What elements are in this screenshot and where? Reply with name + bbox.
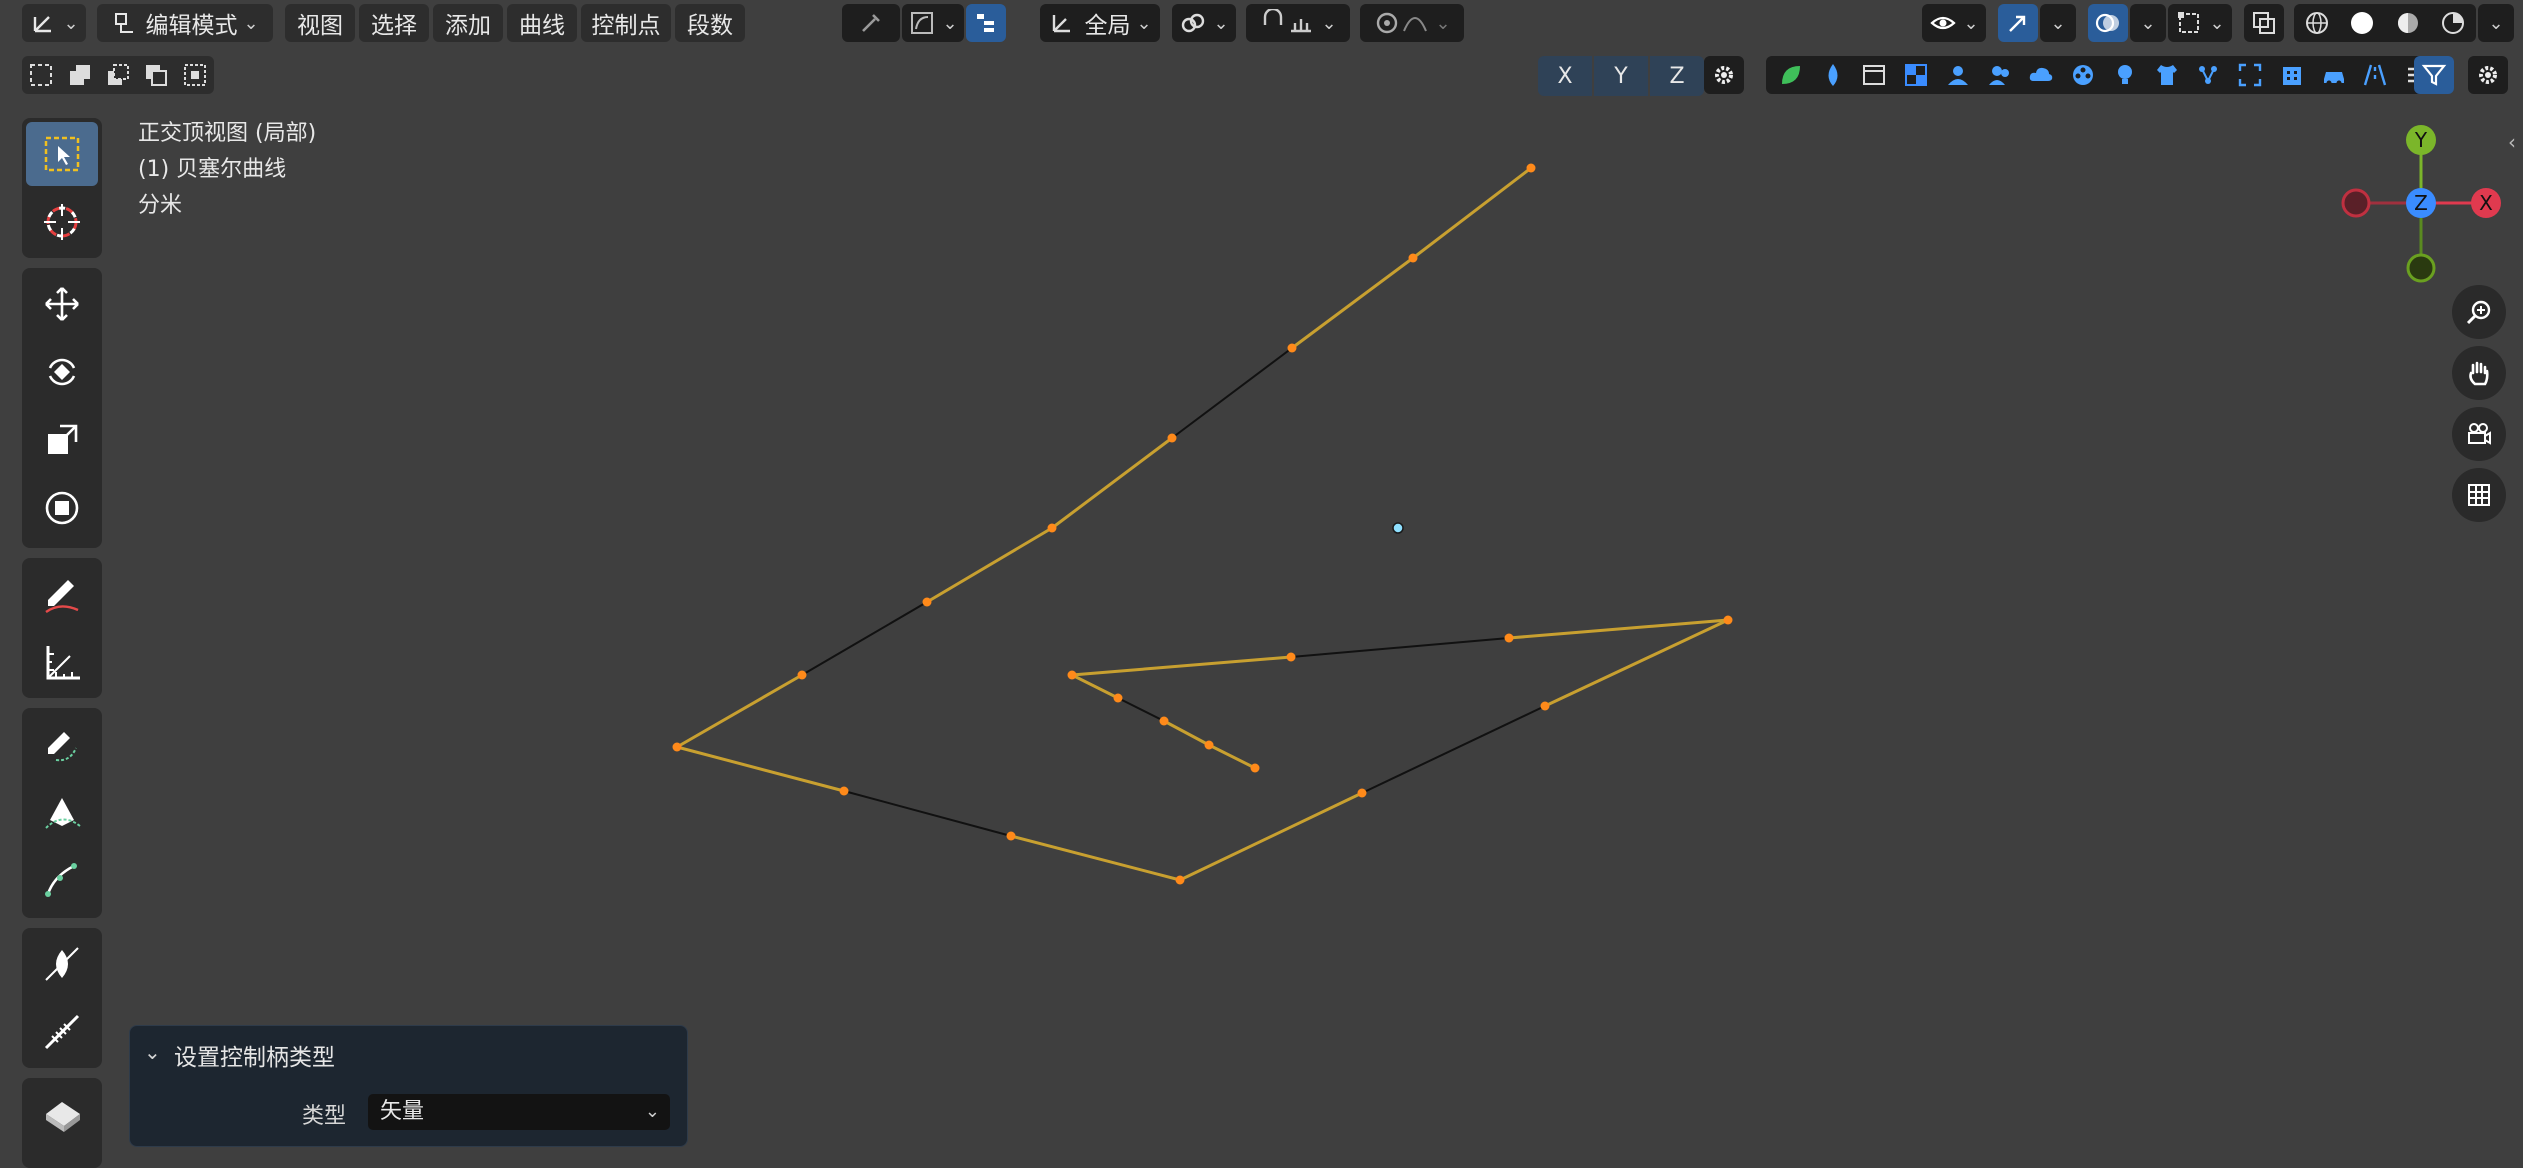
control-point[interactable] xyxy=(1047,523,1057,533)
control-point[interactable] xyxy=(1357,788,1367,798)
curve-segment xyxy=(1179,791,1363,882)
camera-icon xyxy=(2468,423,2491,445)
operator-title[interactable]: 设置控制柄类型 xyxy=(174,1038,335,1072)
perspective-toggle-button[interactable] xyxy=(2452,468,2506,522)
curve-canvas xyxy=(672,163,1733,885)
control-point[interactable] xyxy=(839,786,849,796)
camera-view-button[interactable] xyxy=(2452,407,2506,461)
last-operator-panel: ⌄ 设置控制柄类型 类型 矢量 ⌄ xyxy=(129,1025,688,1147)
curve-segment xyxy=(676,745,845,793)
object-origin xyxy=(1392,522,1404,534)
control-point[interactable] xyxy=(1526,163,1536,173)
control-point[interactable] xyxy=(1006,831,1016,841)
curve-segment xyxy=(1291,256,1414,350)
control-point[interactable] xyxy=(1723,615,1733,625)
curve-segment xyxy=(1071,673,1119,700)
control-point[interactable] xyxy=(1286,652,1296,662)
curve-segment xyxy=(1412,166,1532,260)
control-point[interactable] xyxy=(1167,433,1177,443)
control-point[interactable] xyxy=(797,670,807,680)
gizmo-x-label: X xyxy=(2479,191,2493,215)
zoom-button[interactable] xyxy=(2452,285,2506,339)
control-point[interactable] xyxy=(1067,670,1077,680)
handle-type-value: 矢量 xyxy=(380,1099,425,1124)
curve-segment xyxy=(926,526,1053,604)
handle-type-select[interactable]: 矢量 ⌄ xyxy=(368,1094,670,1130)
control-point[interactable] xyxy=(1159,716,1169,726)
pan-button[interactable] xyxy=(2452,346,2506,400)
control-point[interactable] xyxy=(672,742,682,752)
control-point[interactable] xyxy=(1287,343,1297,353)
control-point[interactable] xyxy=(1113,693,1123,703)
handle-line xyxy=(843,790,1012,837)
gizmo-z-label: Z xyxy=(2414,191,2428,215)
control-point[interactable] xyxy=(1250,763,1260,773)
curve-segment xyxy=(1010,834,1181,882)
curve-segment xyxy=(676,673,803,749)
handle-line xyxy=(1361,705,1546,794)
handle-line xyxy=(801,601,928,676)
control-point[interactable] xyxy=(1540,701,1550,711)
control-point[interactable] xyxy=(1408,253,1418,263)
curve-segment xyxy=(1051,436,1173,530)
curve-segment xyxy=(1071,655,1292,677)
curve-segment xyxy=(1208,743,1256,770)
control-point[interactable] xyxy=(1204,740,1214,750)
gizmo-y-label: Y xyxy=(2414,128,2428,152)
gizmo-neg-x[interactable] xyxy=(2341,188,2371,218)
chevron-down-icon: ⌄ xyxy=(644,1101,660,1122)
zoom-magnifier-icon xyxy=(2466,300,2491,325)
gizmo-neg-y[interactable] xyxy=(2406,253,2436,283)
sidebar-toggle-chevron-icon[interactable]: ‹ xyxy=(2508,130,2516,154)
collapse-chevron-icon[interactable]: ⌄ xyxy=(144,1040,161,1064)
control-point[interactable] xyxy=(922,597,932,607)
type-label: 类型 xyxy=(302,1104,347,1129)
handle-line xyxy=(1290,637,1510,658)
grid-icon xyxy=(2468,484,2490,506)
curve-segment xyxy=(1163,719,1210,747)
handle-line xyxy=(1171,347,1293,439)
hand-icon xyxy=(2469,361,2489,386)
control-point[interactable] xyxy=(1175,875,1185,885)
navigation-gizmo[interactable]: Y X Z xyxy=(2336,118,2516,288)
control-point[interactable] xyxy=(1504,633,1514,643)
bezier-curve[interactable] xyxy=(676,166,1729,882)
handle-line xyxy=(1117,697,1165,722)
